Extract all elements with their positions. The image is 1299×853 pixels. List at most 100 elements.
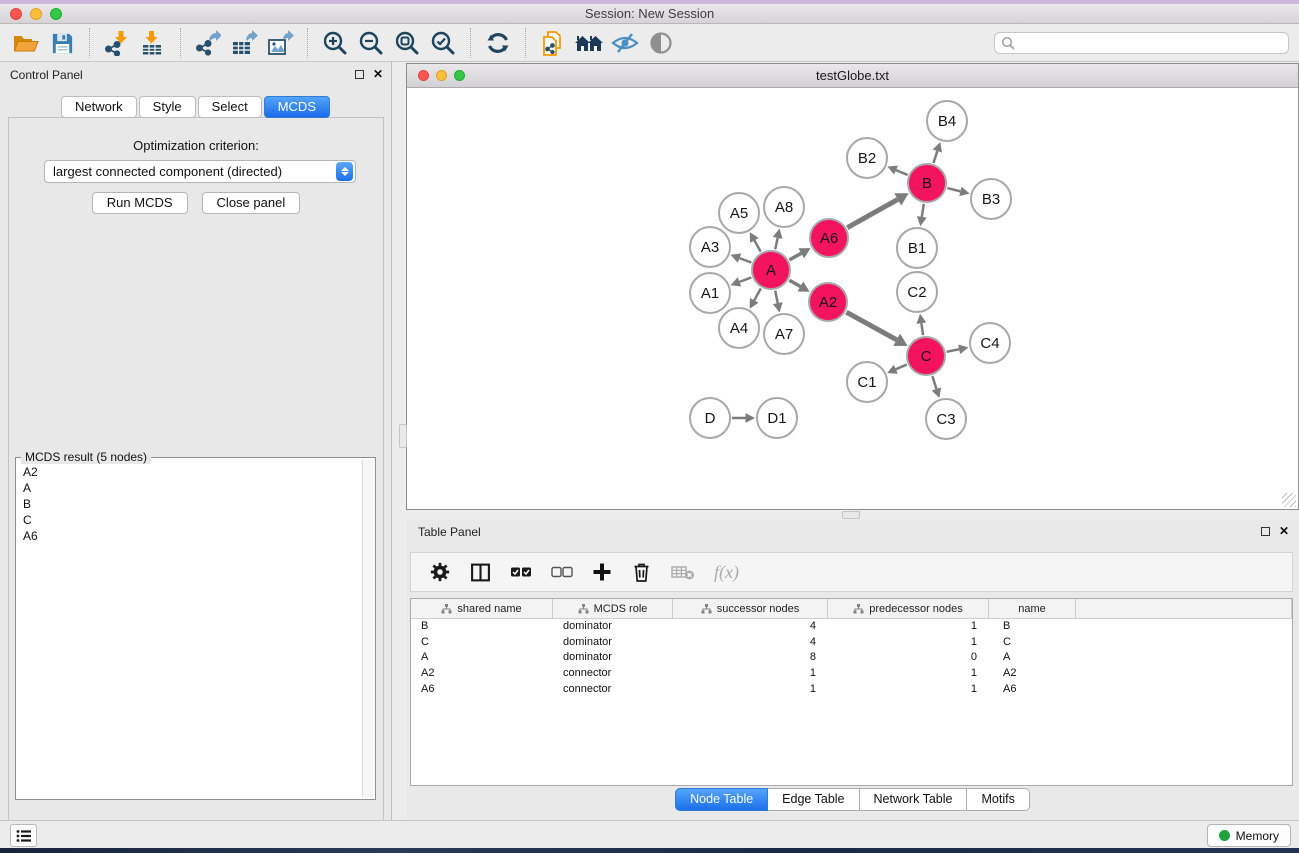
graph-node-A6[interactable]: A6 (810, 219, 848, 257)
table-cell[interactable]: C (411, 635, 553, 651)
graph-edge-C-C4[interactable] (947, 349, 960, 352)
window-resize-grip[interactable] (1282, 493, 1296, 507)
export-network-button[interactable] (190, 27, 226, 59)
open-session-button[interactable] (8, 27, 44, 59)
tab-style[interactable]: Style (139, 96, 196, 118)
column-header-MCDS-role[interactable]: MCDS role (553, 599, 673, 618)
clone-network-button[interactable] (535, 27, 571, 59)
apply-function-button[interactable]: f(x) (714, 562, 739, 583)
graph-edge-A-A7[interactable] (775, 291, 778, 304)
graph-edge-A-A4[interactable] (754, 288, 761, 300)
graph-edge-A-A1[interactable] (739, 277, 751, 281)
network-overview-button[interactable] (571, 27, 607, 59)
column-header-predecessor-nodes[interactable]: predecessor nodes (828, 599, 989, 618)
graph-edge-B-B2[interactable] (896, 170, 908, 175)
graph-node-C2[interactable]: C2 (897, 272, 937, 312)
graph-node-A3[interactable]: A3 (690, 227, 730, 267)
table-cell[interactable]: A (989, 650, 1076, 666)
graph-node-A2[interactable]: A2 (809, 283, 847, 321)
tab-node-table[interactable]: Node Table (675, 788, 768, 811)
mcds-result-item[interactable]: B (16, 496, 361, 512)
mcds-result-item[interactable]: A6 (16, 528, 361, 544)
graph-node-A1[interactable]: A1 (690, 273, 730, 313)
table-cell[interactable]: connector (553, 666, 673, 682)
show-task-history-button[interactable] (10, 824, 37, 847)
network-canvas[interactable]: B4B2BB3A8A5A6A3B1AC2A1A2A4A7C4CC1C3DD1 (407, 89, 1298, 509)
column-header-successor-nodes[interactable]: successor nodes (673, 599, 828, 618)
mcds-result-item[interactable]: A2 (16, 464, 361, 480)
table-cell[interactable]: A2 (989, 666, 1076, 682)
mcds-result-item[interactable]: C (16, 512, 361, 528)
table-cell[interactable]: 1 (828, 635, 989, 651)
export-image-button[interactable] (262, 27, 298, 59)
graph-node-A8[interactable]: A8 (764, 187, 804, 227)
graph-node-B[interactable]: B (908, 164, 946, 202)
table-cell[interactable]: 1 (828, 682, 989, 698)
graph-node-B3[interactable]: B3 (971, 179, 1011, 219)
graph-edge-A6-B[interactable] (847, 199, 897, 227)
column-header-shared-name[interactable]: shared name (411, 599, 553, 618)
table-cell[interactable]: dominator (553, 650, 673, 666)
show-graphics-details-button[interactable] (643, 27, 679, 59)
tab-mcds[interactable]: MCDS (264, 96, 330, 118)
memory-button[interactable]: Memory (1207, 824, 1291, 847)
tab-network[interactable]: Network (61, 96, 137, 118)
hide-all-columns-button[interactable] (551, 565, 573, 579)
graph-edge-A-A3[interactable] (739, 258, 751, 262)
graph-node-C4[interactable]: C4 (970, 323, 1010, 363)
graph-node-A[interactable]: A (752, 251, 790, 289)
table-cell[interactable]: connector (553, 682, 673, 698)
table-cell[interactable]: B (989, 619, 1076, 635)
show-all-columns-button[interactable] (510, 565, 532, 579)
split-panel-button[interactable] (470, 562, 491, 583)
graph-node-C[interactable]: C (907, 337, 945, 375)
export-table-button[interactable] (226, 27, 262, 59)
graph-edge-B-B3[interactable] (947, 188, 960, 191)
table-cell[interactable]: 8 (673, 650, 828, 666)
float-panel-icon[interactable] (355, 70, 364, 79)
delete-column-button[interactable] (631, 561, 652, 583)
close-panel-icon[interactable]: ✕ (373, 69, 383, 79)
graph-edge-C-C1[interactable] (896, 364, 907, 369)
graph-node-D1[interactable]: D1 (757, 398, 797, 438)
graph-edge-C-C3[interactable] (932, 376, 936, 389)
table-cell[interactable]: dominator (553, 619, 673, 635)
float-table-panel-icon[interactable] (1261, 527, 1270, 536)
delete-table-button[interactable] (671, 563, 695, 581)
graph-node-A5[interactable]: A5 (719, 193, 759, 233)
table-cell[interactable]: C (989, 635, 1076, 651)
graph-edge-B-B4[interactable] (933, 151, 937, 163)
graph-node-C3[interactable]: C3 (926, 399, 966, 439)
splitter-handle-vertical[interactable] (399, 424, 407, 448)
table-cell[interactable]: A2 (411, 666, 553, 682)
table-cell[interactable]: 1 (828, 619, 989, 635)
zoom-in-button[interactable] (317, 27, 353, 59)
table-cell[interactable]: 1 (673, 666, 828, 682)
graph-node-B1[interactable]: B1 (897, 228, 937, 268)
graph-edge-A-A5[interactable] (754, 240, 760, 251)
graph-node-B4[interactable]: B4 (927, 101, 967, 141)
import-table-button[interactable] (135, 27, 171, 59)
close-table-panel-icon[interactable]: ✕ (1279, 526, 1289, 536)
table-cell[interactable]: dominator (553, 635, 673, 651)
tab-motifs[interactable]: Motifs (967, 788, 1029, 811)
graph-edge-A-A8[interactable] (775, 238, 777, 250)
graph-node-A7[interactable]: A7 (764, 314, 804, 354)
zoom-fit-button[interactable] (389, 27, 425, 59)
mcds-result-item[interactable]: A (16, 480, 361, 496)
create-column-button[interactable] (592, 562, 612, 582)
tab-select[interactable]: Select (198, 96, 262, 118)
table-cell[interactable]: 0 (828, 650, 989, 666)
tab-network-table[interactable]: Network Table (860, 788, 968, 811)
table-cell[interactable]: 1 (828, 666, 989, 682)
close-panel-button[interactable]: Close panel (202, 192, 301, 214)
table-cell[interactable]: A (411, 650, 553, 666)
table-cell[interactable]: 1 (673, 682, 828, 698)
graph-node-B2[interactable]: B2 (847, 138, 887, 178)
graph-edge-A-A2[interactable] (789, 280, 800, 286)
splitter-handle-horizontal[interactable] (842, 511, 860, 519)
graph-node-C1[interactable]: C1 (847, 362, 887, 402)
table-cell[interactable]: A6 (989, 682, 1076, 698)
refresh-layout-button[interactable] (480, 27, 516, 59)
zoom-selected-button[interactable] (425, 27, 461, 59)
